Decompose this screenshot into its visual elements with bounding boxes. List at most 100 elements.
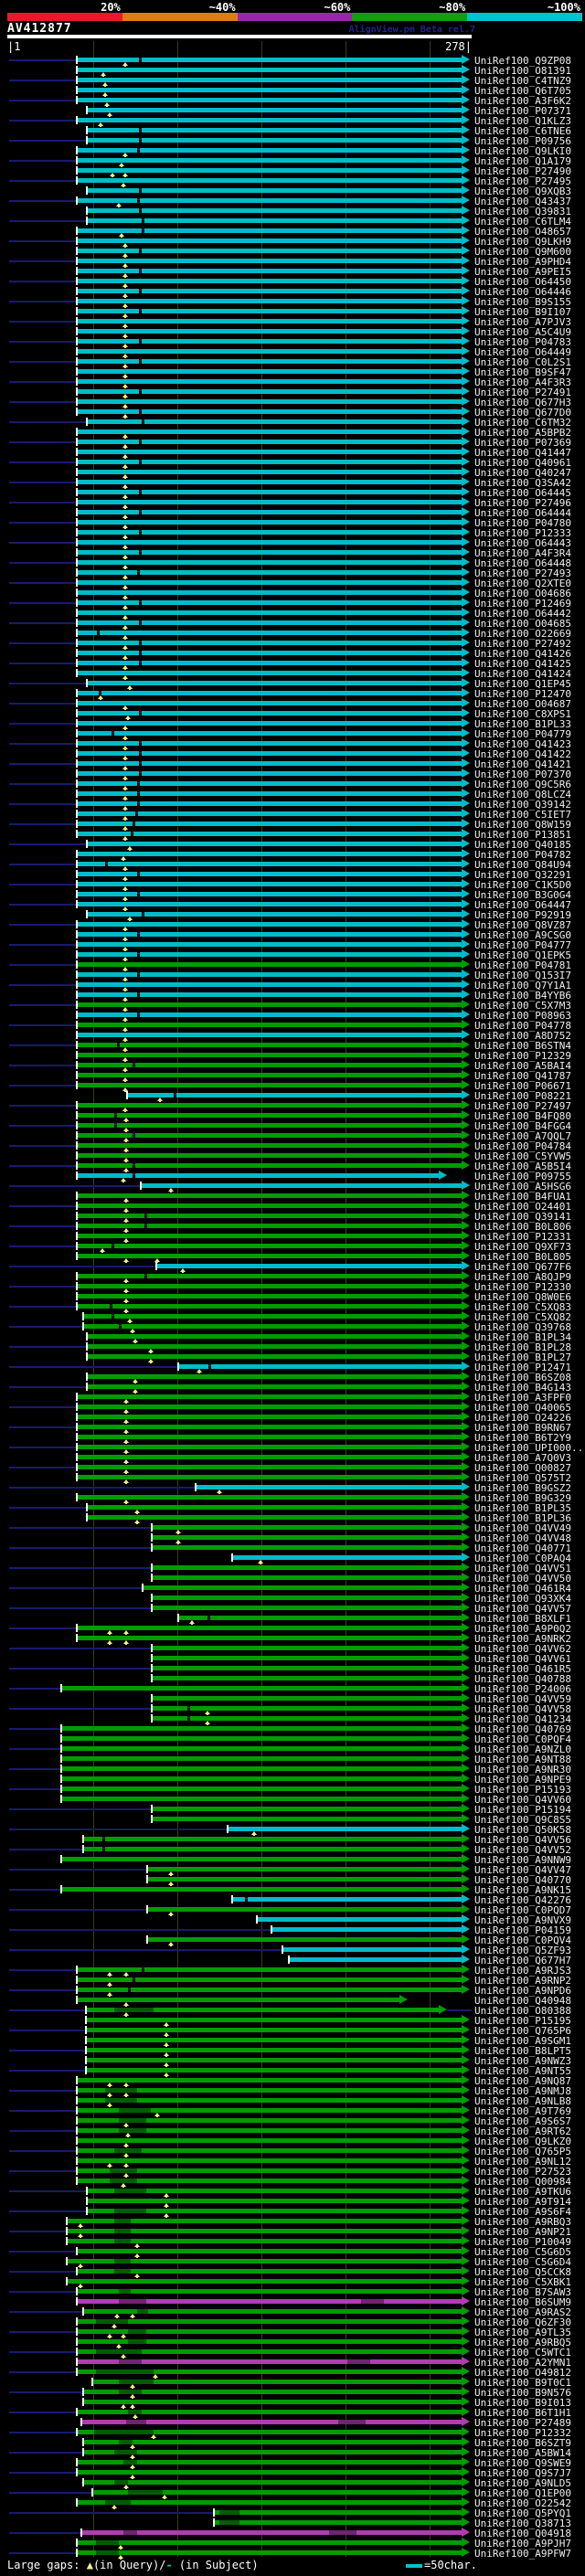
alignment-bar — [88, 1354, 462, 1359]
alignment-row: UniRef100_A2YMN1 — [0, 2357, 585, 2369]
subject-leader-line — [9, 1788, 62, 1790]
alignment-bar — [78, 309, 462, 313]
alignment-start-tick — [151, 1594, 153, 1602]
alignment-bar — [78, 620, 462, 625]
alignment-bar — [78, 1063, 462, 1067]
alignment-start-tick — [151, 1574, 153, 1582]
alignment-row: UniRef100_Q4VV51 — [0, 1563, 585, 1574]
subject-gap-mark — [137, 800, 140, 807]
alignment-start-tick — [76, 2337, 78, 2346]
alignment-bar — [78, 168, 462, 173]
alignment-row: UniRef100_O04685 — [0, 618, 585, 630]
alignment-row: UniRef100_P04782 — [0, 849, 585, 861]
subject-arrow-icon — [462, 2518, 470, 2527]
subject-leader-line — [9, 602, 78, 604]
alignment-bar — [78, 942, 462, 947]
subject-arrow-icon — [462, 1683, 470, 1692]
alignment-start-tick — [76, 387, 78, 396]
alignment-bar — [78, 1415, 462, 1419]
subject-arrow-icon — [462, 1522, 470, 1532]
alignment-start-tick — [60, 1754, 62, 1763]
alignment-start-tick — [151, 1805, 153, 1813]
subject-leader-line — [9, 1829, 229, 1830]
subject-leader-line — [9, 1406, 78, 1408]
alignment-bar — [78, 520, 462, 525]
alignment-row: UniRef100_A5BW14 — [0, 2447, 585, 2459]
subject-leader-line — [9, 160, 78, 162]
subject-arrow-icon — [462, 346, 470, 355]
alignment-start-tick — [76, 2267, 78, 2275]
alignment-start-tick — [288, 1956, 290, 1964]
subject-gap-mark — [142, 228, 144, 234]
alignment-bar — [78, 771, 462, 776]
subject-arrow-icon — [462, 135, 470, 144]
subject-arrow-icon — [462, 2457, 470, 2466]
alignment-start-tick — [76, 1453, 78, 1461]
alignment-row: UniRef100_A9NPD6 — [0, 1985, 585, 1997]
alignment-row: UniRef100_Q765P6 — [0, 2025, 585, 2037]
subject-leader-line — [9, 1185, 142, 1187]
hit-label[interactable]: UniRef100_A9PFW7 — [474, 2548, 571, 2560]
alignment-start-tick — [76, 1021, 78, 1029]
alignment-row: UniRef100_A7QQL7 — [0, 1130, 585, 1142]
alignment-bar — [78, 78, 462, 82]
alignment-start-tick — [76, 196, 78, 205]
subject-gap-mark — [133, 821, 135, 827]
alignment-row: UniRef100_A4F3R3 — [0, 376, 585, 388]
subject-arrow-icon — [462, 658, 470, 667]
alignment-row: UniRef100_C5XQ82 — [0, 1311, 585, 1323]
alignment-start-tick — [76, 297, 78, 305]
alignment-row: UniRef100_C6TNE6 — [0, 125, 585, 137]
subject-arrow-icon — [462, 1502, 470, 1511]
alignment-row: UniRef100_A9RBQ3 — [0, 2216, 585, 2228]
alignment-bar — [88, 681, 462, 685]
subject-arrow-icon — [462, 1563, 470, 1572]
subject-gap-mark — [105, 861, 108, 867]
alignment-row: UniRef100_A9NZL0 — [0, 1744, 585, 1755]
subject-arrow-icon — [462, 336, 470, 345]
alignment-bar — [78, 1294, 462, 1299]
alignment-row: UniRef100_P27496 — [0, 497, 585, 509]
alignment-row: UniRef100_A9P0Q2 — [0, 1623, 585, 1635]
alignment-bar-dim-segment — [96, 2540, 119, 2545]
alignment-start-tick — [151, 1704, 153, 1712]
alignment-row: UniRef100_O48657 — [0, 226, 585, 238]
alignment-bar — [62, 1766, 462, 1771]
alignment-bar-dim-segment — [128, 2339, 146, 2344]
alignment-start-tick — [76, 367, 78, 376]
subject-arrow-icon — [462, 1482, 470, 1491]
alignment-row: UniRef100_O24226 — [0, 1412, 585, 1424]
alignment-start-tick — [76, 1292, 78, 1300]
alignment-start-tick — [231, 1895, 233, 1903]
subject-arrow-icon — [462, 2176, 470, 2185]
alignment-bar-dim-segment — [105, 2500, 131, 2505]
subject-arrow-icon — [462, 1070, 470, 1079]
alignment-row: UniRef100_O04686 — [0, 588, 585, 599]
subject-gap-mark — [139, 137, 142, 143]
alignment-row: UniRef100_A9RT62 — [0, 2125, 585, 2137]
subject-leader-line — [9, 1527, 153, 1529]
subject-gap-mark — [112, 730, 114, 737]
subject-arrow-icon — [462, 1643, 470, 1652]
subject-arrow-icon — [462, 1573, 470, 1582]
footer-legend: Large gaps: ▲(in Query)/- (in Subject) — [7, 2559, 259, 2573]
alignment-start-tick — [76, 1473, 78, 1481]
alignment-row: UniRef100_B1PL28 — [0, 1341, 585, 1353]
alignment-start-tick — [151, 1694, 153, 1702]
subject-arrow-icon — [462, 1110, 470, 1119]
subject-gap-mark — [139, 308, 142, 314]
alignment-row: UniRef100_Q4VV61 — [0, 1653, 585, 1665]
alignment-start-tick — [76, 2297, 78, 2306]
subject-leader-line — [9, 2030, 87, 2031]
alignment-row: UniRef100_B4G143 — [0, 1382, 585, 1394]
alignment-bar — [142, 1183, 462, 1188]
alignment-row: UniRef100_A9NL12 — [0, 2156, 585, 2168]
alignment-bar — [233, 1555, 462, 1560]
alignment-start-tick — [76, 769, 78, 778]
alignment-start-tick — [60, 1734, 62, 1743]
alignment-bar — [179, 1364, 462, 1369]
alignment-bar — [78, 1495, 462, 1500]
alignment-row: UniRef100_Q9XF73 — [0, 1241, 585, 1253]
alignment-start-tick — [146, 1875, 148, 1883]
alignment-row: UniRef100_Q677H3 — [0, 397, 585, 408]
